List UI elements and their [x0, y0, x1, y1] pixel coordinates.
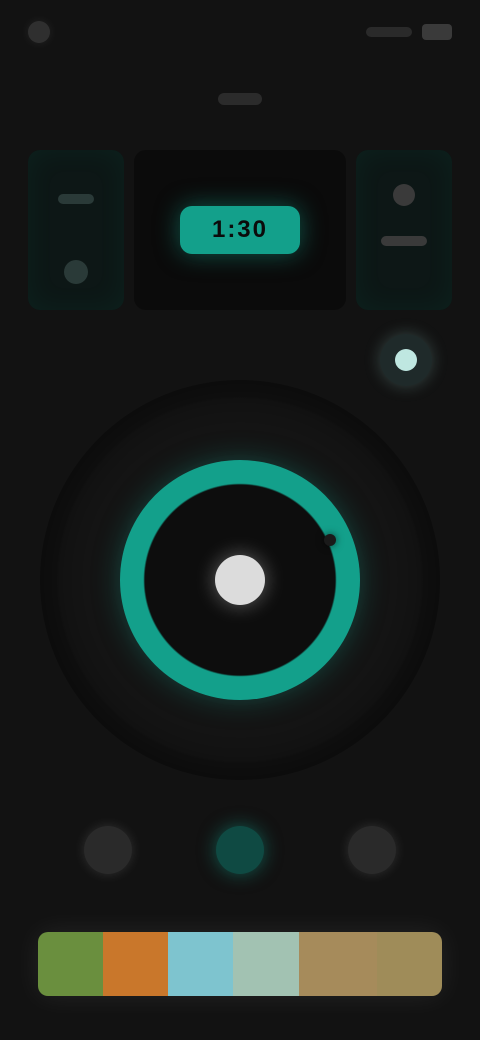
- swatch-3[interactable]: [168, 932, 234, 996]
- nav-right-button[interactable]: [348, 826, 396, 874]
- status-bar: [0, 0, 480, 64]
- left-card-dot: [64, 260, 88, 284]
- top-panel: 1:30: [28, 150, 452, 310]
- left-card[interactable]: [28, 150, 124, 310]
- signal-bars-icon: [366, 27, 412, 37]
- swatch-6[interactable]: [376, 932, 442, 996]
- status-right: [366, 24, 452, 40]
- circle-dot-icon: [28, 21, 50, 43]
- control-area: [40, 380, 440, 780]
- timer-readout: 1:30: [180, 206, 300, 254]
- header: [0, 64, 480, 134]
- knob-tick[interactable]: [324, 534, 336, 546]
- plus-icon: [395, 349, 417, 371]
- swatch-5[interactable]: [298, 932, 377, 996]
- page-title: [218, 93, 262, 105]
- nav-left-button[interactable]: [84, 826, 132, 874]
- right-card[interactable]: [356, 150, 452, 310]
- knob-icon[interactable]: [215, 555, 265, 605]
- right-card-icon: [393, 184, 415, 206]
- bottom-nav: [0, 800, 480, 900]
- right-card-line: [381, 236, 427, 246]
- center-card: 1:30: [134, 150, 346, 310]
- swatch-1[interactable]: [38, 932, 104, 996]
- color-palette: [38, 932, 442, 996]
- left-card-line: [58, 194, 94, 204]
- nav-center-button[interactable]: [216, 826, 264, 874]
- add-button[interactable]: [380, 334, 432, 386]
- battery-icon: [422, 24, 452, 40]
- swatch-2[interactable]: [103, 932, 169, 996]
- status-left: [28, 21, 50, 43]
- swatch-4[interactable]: [233, 932, 299, 996]
